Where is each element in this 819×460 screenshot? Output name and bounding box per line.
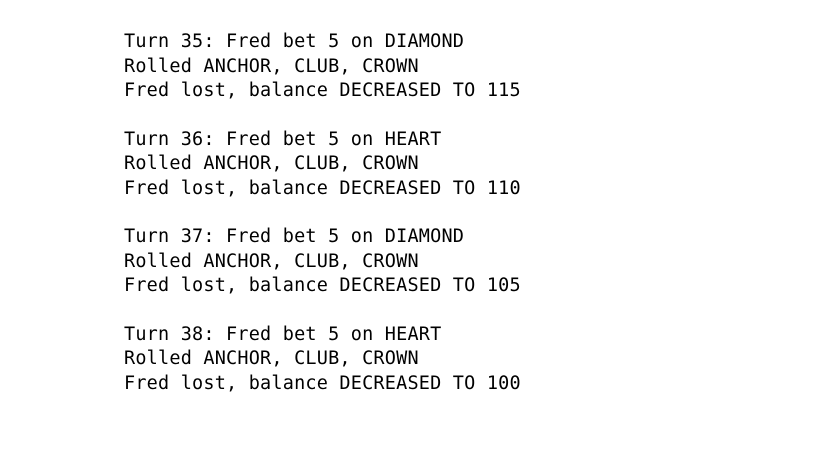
turn-37-bet-line: Turn 37: Fred bet 5 on DIAMOND — [124, 226, 465, 247]
turn-38-result-line: Fred lost, balance DECREASED TO 100 — [124, 372, 521, 394]
console-output: Turn 35: Fred bet 5 on DIAMOND Rolled AN… — [124, 30, 521, 420]
turn-36-block: Turn 36: Fred bet 5 on HEART Rolled ANCH… — [124, 128, 521, 202]
turn-38-bet-line: Turn 38: Fred bet 5 on HEART — [124, 323, 442, 345]
turn-35-block: Turn 35: Fred bet 5 on DIAMOND Rolled AN… — [124, 30, 521, 104]
turn-36-result-line: Fred lost, balance DECREASED TO 110 — [124, 177, 521, 199]
turn-38-roll-line: Rolled ANCHOR, CLUB, CROWN — [124, 348, 419, 369]
turn-35-bet-line: Turn 35: Fred bet 5 on DIAMOND — [124, 31, 465, 52]
turn-36-bet-line: Turn 36: Fred bet 5 on HEART — [124, 128, 442, 150]
turn-37-block: Turn 37: Fred bet 5 on DIAMOND Rolled AN… — [124, 225, 521, 299]
turn-35-result-line: Fred lost, balance DECREASED TO 115 — [124, 80, 521, 101]
turn-37-result-line: Fred lost, balance DECREASED TO 105 — [124, 275, 521, 296]
turn-38-block: Turn 38: Fred bet 5 on HEART Rolled ANCH… — [124, 323, 521, 397]
turn-36-roll-line: Rolled ANCHOR, CLUB, CROWN — [124, 153, 419, 174]
turn-37-roll-line: Rolled ANCHOR, CLUB, CROWN — [124, 250, 419, 272]
turn-35-roll-line: Rolled ANCHOR, CLUB, CROWN — [124, 55, 419, 77]
